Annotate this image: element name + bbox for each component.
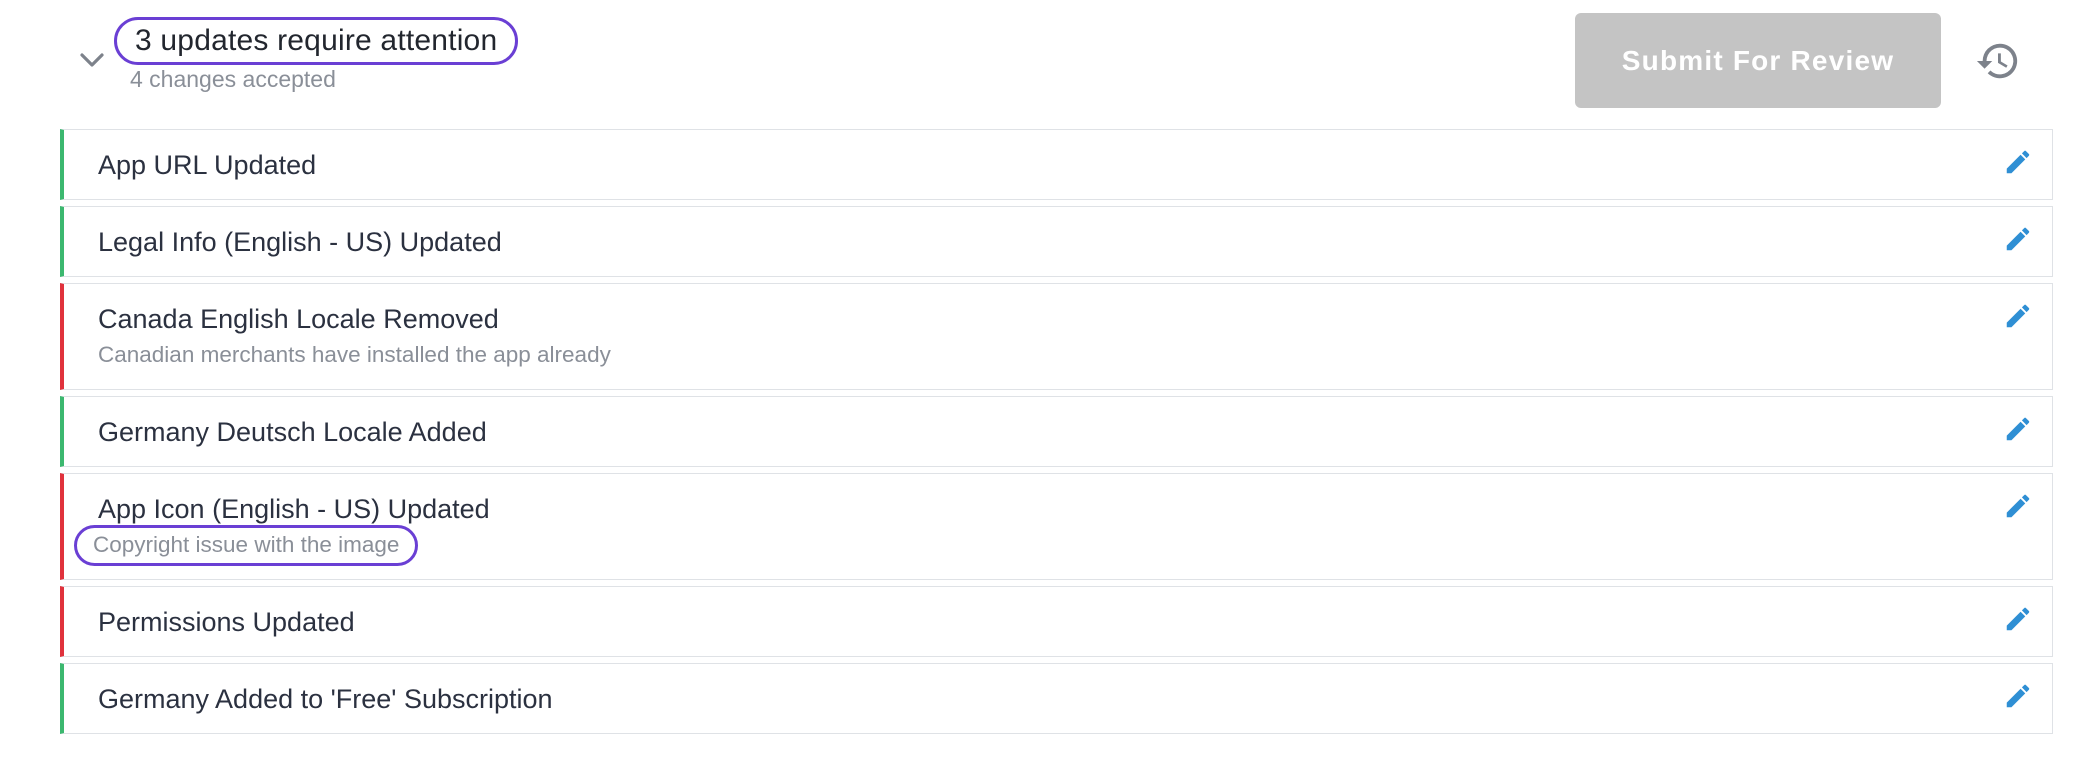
edit-button[interactable]	[2000, 144, 2036, 180]
change-item: Germany Added to 'Free' Subscription	[60, 663, 2053, 734]
change-title: Legal Info (English - US) Updated	[98, 227, 502, 257]
change-note-annotated: Copyright issue with the image	[74, 525, 419, 566]
submit-for-review-button[interactable]: Submit For Review	[1575, 13, 1941, 108]
title-annotation: 3 updates require attention	[114, 17, 519, 65]
change-title: App Icon (English - US) Updated	[98, 494, 490, 524]
change-title: Permissions Updated	[98, 607, 355, 637]
change-title: Germany Deutsch Locale Added	[98, 417, 487, 447]
change-item: App URL Updated	[60, 129, 2053, 200]
change-title: Germany Added to 'Free' Subscription	[98, 684, 553, 714]
review-changes-panel: 3 updates require attention 4 changes ac…	[0, 0, 2078, 762]
pencil-icon	[2006, 494, 2030, 518]
edit-button[interactable]	[2000, 298, 2036, 334]
pencil-icon	[2006, 304, 2030, 328]
chevron-down-icon	[80, 53, 104, 67]
change-note: Canadian merchants have installed the ap…	[98, 342, 611, 367]
page-title: 3 updates require attention	[135, 24, 498, 57]
edit-button[interactable]	[2000, 411, 2036, 447]
history-button[interactable]	[1973, 36, 2023, 86]
pencil-icon	[2006, 684, 2030, 708]
edit-button[interactable]	[2000, 678, 2036, 714]
edit-button[interactable]	[2000, 601, 2036, 637]
change-item: Germany Deutsch Locale Added	[60, 396, 2053, 467]
changes-list: App URL Updated Legal Info (English - US…	[60, 129, 2053, 740]
changes-header: 3 updates require attention 4 changes ac…	[0, 0, 2078, 120]
change-item: Canada English Locale Removed Canadian m…	[60, 283, 2053, 390]
pencil-icon	[2006, 417, 2030, 441]
change-item: App Icon (English - US) Updated Copyrigh…	[60, 473, 2053, 580]
edit-button[interactable]	[2000, 221, 2036, 257]
change-item: Permissions Updated	[60, 586, 2053, 657]
history-icon	[1976, 43, 2018, 79]
change-item: Legal Info (English - US) Updated	[60, 206, 2053, 277]
accepted-count: 4 changes accepted	[130, 66, 336, 92]
change-title: App URL Updated	[98, 150, 317, 180]
pencil-icon	[2006, 607, 2030, 631]
pencil-icon	[2006, 227, 2030, 251]
edit-button[interactable]	[2000, 488, 2036, 524]
collapse-toggle[interactable]	[76, 46, 108, 74]
change-title: Canada English Locale Removed	[98, 304, 499, 334]
pencil-icon	[2006, 150, 2030, 174]
